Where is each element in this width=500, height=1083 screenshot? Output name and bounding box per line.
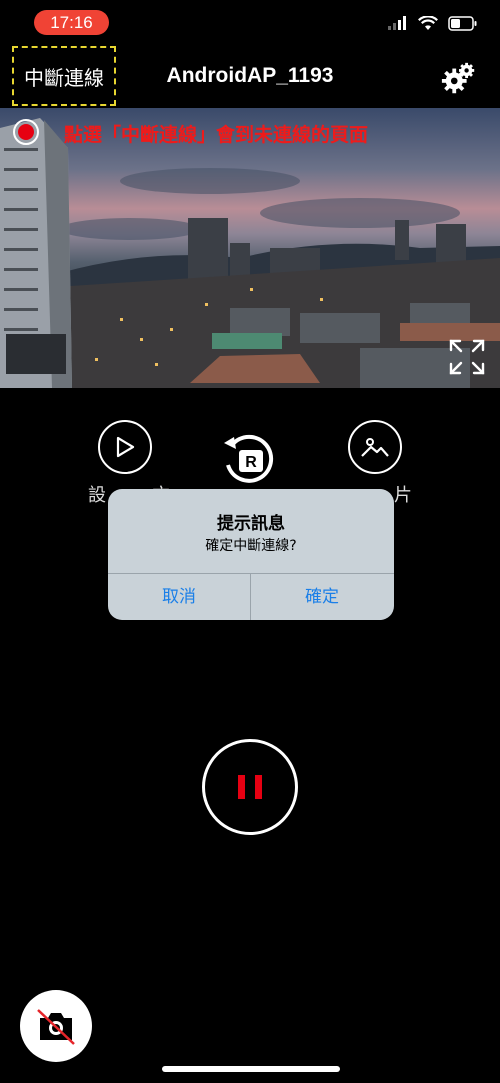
camera-off-icon [37,1009,75,1045]
dialog-title: 提示訊息 [217,514,285,534]
disconnect-button[interactable]: 中斷連線 [12,46,116,106]
home-indicator [162,1066,340,1072]
cancel-button[interactable]: 取消 [108,574,250,620]
play-mode-label: 設 [88,485,106,506]
svg-text:R: R [245,454,257,471]
rotate-r-icon[interactable]: R [220,431,280,489]
recording-indicator [13,119,39,145]
image-icon [361,438,389,457]
wifi-icon [418,15,438,30]
annotation-text: 點選「中斷連線」會到未連線的頁面 [64,124,369,146]
dialog-message: 確定中斷連線? [205,538,297,554]
camera-preview[interactable]: 點選「中斷連線」會到未連線的頁面 [0,108,500,388]
signal-icon [388,16,406,30]
top-bar: AndroidAP_1193 中斷連線 [0,46,500,108]
pause-button[interactable] [202,739,298,835]
gear-icon[interactable] [440,60,478,98]
city-skyline [0,118,500,388]
status-icons [388,14,478,32]
pause-icon [238,775,245,799]
status-bar: 17:16 [0,0,500,46]
confirm-button[interactable]: 確定 [251,574,393,620]
gallery-label-tail: 片 [394,485,412,506]
play-mode-button[interactable] [98,420,152,474]
play-icon [116,436,135,458]
camera-toggle-button[interactable] [20,990,92,1062]
alert-dialog: 提示訊息 確定中斷連線? 取消 確定 [108,489,394,620]
battery-icon [448,15,477,31]
status-time: 17:16 [34,10,109,35]
gallery-button[interactable] [348,420,402,474]
expand-icon[interactable] [448,338,486,376]
